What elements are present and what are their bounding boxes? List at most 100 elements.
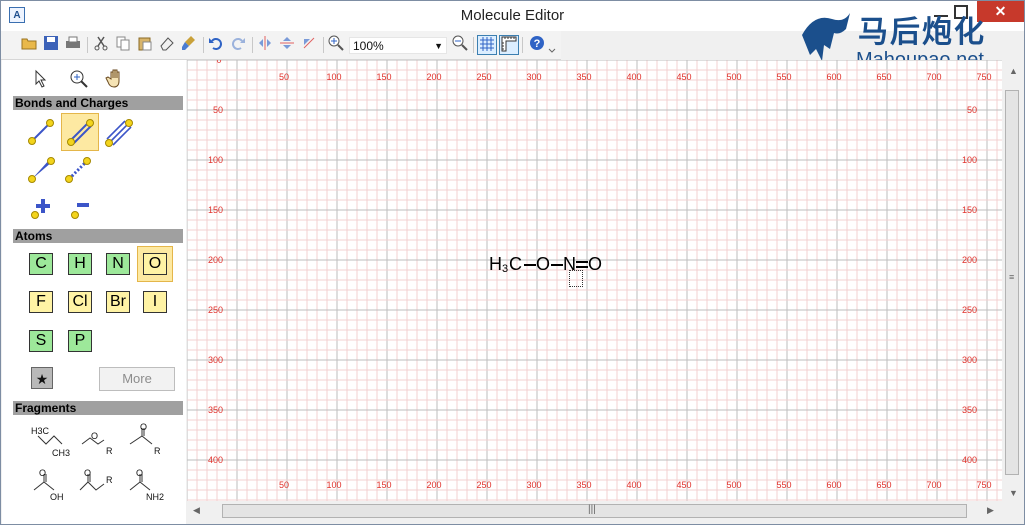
atom-label-o1[interactable]: O xyxy=(536,254,550,275)
zoom-level-select[interactable]: 100% ▼ xyxy=(349,37,447,54)
zoom-in-icon[interactable] xyxy=(326,35,346,55)
bond-c-o[interactable] xyxy=(524,264,536,266)
atom-label-h[interactable]: H xyxy=(489,254,502,275)
ruler-left-tick-label: 350 xyxy=(208,405,223,415)
fragment-label: O xyxy=(91,431,99,441)
window-title: Molecule Editor xyxy=(460,7,565,24)
drawing-canvas[interactable]: 0 50 50 100 100 150 150 200 200 250 250 300 300 350 35… xyxy=(187,60,1002,501)
atom-chlorine-button[interactable]: Cl xyxy=(68,291,92,313)
bonds-section-header: Bonds and Charges xyxy=(13,96,183,110)
svg-text:?: ? xyxy=(534,38,541,50)
scroll-right-icon[interactable]: ▶ xyxy=(987,505,994,516)
ruler-right-tick-label: 100 xyxy=(962,155,977,165)
undo-icon[interactable] xyxy=(206,35,226,55)
ruler-top-tick-label: 700 xyxy=(926,72,941,82)
fragment-ester[interactable]: O R xyxy=(72,468,116,512)
ruler-bottom-tick-label: 500 xyxy=(726,480,741,490)
zoom-out-icon[interactable] xyxy=(450,35,470,55)
scroll-up-icon[interactable]: ▲ xyxy=(1009,66,1018,76)
single-bond-tool[interactable] xyxy=(24,115,58,149)
fragment-propyl[interactable]: H3C CH3 xyxy=(24,422,70,466)
atom-oxygen-button[interactable]: O xyxy=(143,253,167,275)
bond-n-o-lower[interactable] xyxy=(576,266,588,268)
atom-phosphorus-button[interactable]: P xyxy=(68,330,92,352)
wedge-bond-icon xyxy=(28,157,55,183)
toolbar-separator xyxy=(203,37,204,53)
flip-vertical-icon[interactable] xyxy=(277,35,297,55)
ruler-top-tick-label: 250 xyxy=(476,72,491,82)
atom-label-subscript: 3 xyxy=(502,263,509,275)
ruler-top-tick-label: 350 xyxy=(576,72,591,82)
ruler-top-tick-label: 50 xyxy=(279,72,289,82)
grid-toggle-icon[interactable] xyxy=(477,35,497,55)
double-bond-icon xyxy=(67,119,94,146)
scroll-down-icon[interactable]: ▼ xyxy=(1009,488,1018,498)
fragment-amide[interactable]: O NH2 xyxy=(120,468,164,512)
ruler-bottom-tick-label: 350 xyxy=(576,480,591,490)
ruler-top-tick-label: 150 xyxy=(376,72,391,82)
ruler-bottom-tick-label: 150 xyxy=(376,480,391,490)
fragment-carboxylic-acid[interactable]: O OH xyxy=(24,468,68,512)
negative-charge-tool[interactable] xyxy=(61,191,95,225)
maximize-button[interactable] xyxy=(954,5,968,19)
ruler-bottom-tick-label: 450 xyxy=(676,480,691,490)
bond-o-n[interactable] xyxy=(551,264,563,266)
atom-label-c[interactable]: C xyxy=(509,254,522,275)
redo-icon[interactable] xyxy=(228,35,248,55)
ruler-top-tick-label: 200 xyxy=(426,72,441,82)
more-atoms-button[interactable]: More xyxy=(99,367,175,391)
atom-carbon-button[interactable]: C xyxy=(29,253,53,275)
vertical-scrollbar[interactable]: ▲ ≡ ▼ xyxy=(1002,60,1024,501)
ruler-bottom-tick-label: 250 xyxy=(476,480,491,490)
rotate-icon[interactable] xyxy=(299,35,319,55)
ruler-toggle-icon[interactable] xyxy=(499,35,519,55)
selection-marker xyxy=(569,270,583,287)
atom-fluorine-button[interactable]: F xyxy=(29,291,53,313)
pan-hand-icon[interactable] xyxy=(102,65,132,91)
atom-bromine-button[interactable]: Br xyxy=(106,291,130,313)
ruler-left-tick-label: 250 xyxy=(208,305,223,315)
hash-bond-tool[interactable] xyxy=(61,153,95,187)
wedge-bond-tool[interactable] xyxy=(24,153,58,187)
eraser-icon[interactable] xyxy=(157,35,177,55)
copy-icon[interactable] xyxy=(113,35,133,55)
single-bond-icon xyxy=(28,119,54,145)
atom-nitrogen-button[interactable]: N xyxy=(106,253,130,275)
any-atom-button[interactable]: ★ xyxy=(31,367,53,389)
cut-icon[interactable] xyxy=(91,35,111,55)
paste-icon[interactable] xyxy=(135,35,155,55)
double-bond-tool[interactable] xyxy=(61,113,99,151)
flip-horizontal-icon[interactable] xyxy=(255,35,275,55)
print-icon[interactable] xyxy=(63,35,83,55)
close-button[interactable]: ✕ xyxy=(977,1,1024,22)
atom-hydrogen-button[interactable]: H xyxy=(68,253,92,275)
ruler-bottom-tick-label: 700 xyxy=(926,480,941,490)
atom-oxygen-selected-frame[interactable]: O xyxy=(137,246,173,282)
fragment-ketone[interactable]: O R xyxy=(120,422,164,466)
save-icon[interactable] xyxy=(41,35,61,55)
vertical-scroll-thumb[interactable] xyxy=(1005,90,1019,475)
bond-n-o-upper[interactable] xyxy=(576,261,588,263)
ruler-right-tick-label: 50 xyxy=(967,105,977,115)
triple-bond-tool[interactable] xyxy=(101,115,135,149)
fragment-label: O xyxy=(39,468,47,478)
minimize-button[interactable] xyxy=(934,5,948,17)
fragment-ether[interactable]: O R xyxy=(72,422,116,466)
atom-iodine-button[interactable]: I xyxy=(143,291,167,313)
molecule-editor-window: A Molecule Editor ✕ 马后炮化工 Mahoupao.net xyxy=(0,0,1025,525)
scroll-left-icon[interactable]: ◀ xyxy=(193,505,200,516)
open-icon[interactable] xyxy=(19,35,39,55)
help-icon[interactable]: ? xyxy=(527,35,547,55)
minus-charge-icon xyxy=(71,203,89,219)
select-arrow-icon[interactable] xyxy=(24,65,54,91)
clean-icon[interactable] xyxy=(179,35,199,55)
ruler-top-tick-label: 450 xyxy=(676,72,691,82)
horizontal-scrollbar[interactable]: ◀ ||| ▶ xyxy=(187,501,1002,523)
ruler-top-tick-label: 100 xyxy=(326,72,341,82)
lasso-select-icon[interactable] xyxy=(64,65,94,91)
toolbar-overflow-icon[interactable] xyxy=(547,35,557,55)
atom-label-o2[interactable]: O xyxy=(588,254,602,275)
atom-sulfur-button[interactable]: S xyxy=(29,330,53,352)
molecule-structure[interactable]: H 3 C O N O xyxy=(489,254,609,294)
positive-charge-tool[interactable] xyxy=(24,191,58,225)
